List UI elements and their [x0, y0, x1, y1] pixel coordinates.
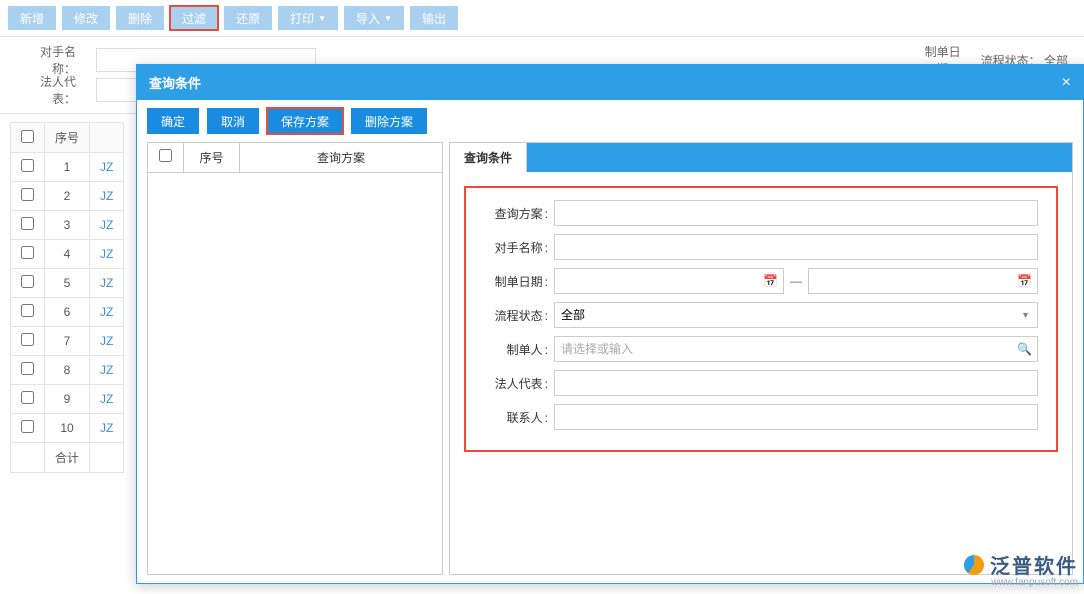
bg-table: 序号 1JZ2JZ3JZ4JZ5JZ6JZ7JZ8JZ9JZ10JZ 合计: [10, 122, 124, 473]
row-code[interactable]: JZ: [90, 385, 124, 414]
row-seq: 9: [45, 385, 90, 414]
plan-col-name: 查询方案: [240, 143, 442, 172]
bg-select-all[interactable]: [21, 130, 34, 143]
row-code[interactable]: JZ: [90, 269, 124, 298]
maker-label: 制单人: [484, 341, 554, 358]
top-toolbar: 新增 修改 删除 过滤 还原 打印▼ 导入▼ 输出: [0, 0, 1084, 36]
legal-rep-m-input[interactable]: [554, 370, 1038, 396]
row-code[interactable]: JZ: [90, 327, 124, 356]
order-date-m-label: 制单日期: [484, 273, 554, 290]
legal-rep-label: 法人代表：: [16, 73, 76, 107]
row-seq: 10: [45, 414, 90, 443]
chevron-down-icon: ▼: [384, 14, 392, 23]
logo-icon: [964, 555, 984, 575]
close-icon[interactable]: ×: [1062, 74, 1071, 92]
process-status-select[interactable]: 全部: [554, 302, 1038, 328]
query-modal: 查询条件 × 确定 取消 保存方案 删除方案 序号 查询方案 查询条件: [136, 64, 1084, 584]
row-code[interactable]: JZ: [90, 153, 124, 182]
watermark: 泛普软件 www.fanpusoft.com: [964, 550, 1078, 588]
export-button[interactable]: 输出: [410, 6, 458, 30]
row-code[interactable]: JZ: [90, 356, 124, 385]
criteria-pane: 查询条件 查询方案 对手名称 制单日期 📅: [449, 142, 1073, 575]
legal-rep-m-label: 法人代表: [484, 375, 554, 392]
row-seq: 7: [45, 327, 90, 356]
row-code[interactable]: JZ: [90, 298, 124, 327]
cancel-button[interactable]: 取消: [207, 108, 259, 134]
ok-button[interactable]: 确定: [147, 108, 199, 134]
bg-header-seq: 序号: [45, 123, 90, 153]
new-button[interactable]: 新增: [8, 6, 56, 30]
row-checkbox[interactable]: [21, 333, 34, 346]
row-seq: 8: [45, 356, 90, 385]
row-checkbox[interactable]: [21, 275, 34, 288]
counterparty-label: 对手名称：: [16, 43, 76, 77]
modal-header: 查询条件 ×: [137, 65, 1083, 100]
criteria-form: 查询方案 对手名称 制单日期 📅 — 📅: [458, 180, 1064, 458]
row-checkbox[interactable]: [21, 420, 34, 433]
row-seq: 1: [45, 153, 90, 182]
row-seq: 2: [45, 182, 90, 211]
bg-header-code: [90, 123, 124, 153]
brand-text: 泛普软件: [990, 550, 1078, 579]
edit-button[interactable]: 修改: [62, 6, 110, 30]
plan-label: 查询方案: [484, 205, 554, 222]
plan-input[interactable]: [554, 200, 1038, 226]
restore-button[interactable]: 还原: [224, 6, 272, 30]
delete-button[interactable]: 删除: [116, 6, 164, 30]
row-checkbox[interactable]: [21, 217, 34, 230]
counterparty-m-label: 对手名称: [484, 239, 554, 256]
save-plan-button[interactable]: 保存方案: [267, 108, 343, 134]
row-checkbox[interactable]: [21, 246, 34, 259]
chevron-down-icon: ▼: [318, 14, 326, 23]
date-sep: —: [790, 274, 802, 288]
maker-input[interactable]: [554, 336, 1038, 362]
contact-label: 联系人: [484, 409, 554, 426]
plan-list-pane: 序号 查询方案: [147, 142, 443, 575]
row-seq: 4: [45, 240, 90, 269]
brand-url: www.fanpusoft.com: [964, 577, 1078, 588]
date-from-input[interactable]: [554, 268, 784, 294]
delete-plan-button[interactable]: 删除方案: [351, 108, 427, 134]
process-status-m-label: 流程状态: [484, 307, 554, 324]
plan-col-seq: 序号: [184, 143, 240, 172]
modal-title: 查询条件: [149, 73, 201, 92]
row-checkbox[interactable]: [21, 362, 34, 375]
row-seq: 5: [45, 269, 90, 298]
import-button[interactable]: 导入▼: [344, 6, 404, 30]
plan-select-all[interactable]: [159, 149, 172, 162]
date-to-input[interactable]: [808, 268, 1038, 294]
contact-input[interactable]: [554, 404, 1038, 430]
row-seq: 3: [45, 211, 90, 240]
row-checkbox[interactable]: [21, 391, 34, 404]
bg-header-chk: [11, 123, 45, 153]
row-code[interactable]: JZ: [90, 182, 124, 211]
bg-footer: 合计: [45, 443, 90, 473]
print-button[interactable]: 打印▼: [278, 6, 338, 30]
counterparty-m-input[interactable]: [554, 234, 1038, 260]
modal-toolbar: 确定 取消 保存方案 删除方案: [147, 108, 1073, 134]
row-checkbox[interactable]: [21, 159, 34, 172]
row-checkbox[interactable]: [21, 188, 34, 201]
filter-button[interactable]: 过滤: [170, 6, 218, 30]
row-checkbox[interactable]: [21, 304, 34, 317]
criteria-tab[interactable]: 查询条件: [449, 142, 527, 172]
row-code[interactable]: JZ: [90, 414, 124, 443]
row-code[interactable]: JZ: [90, 240, 124, 269]
row-code[interactable]: JZ: [90, 211, 124, 240]
row-seq: 6: [45, 298, 90, 327]
plan-col-chk: [148, 143, 184, 172]
